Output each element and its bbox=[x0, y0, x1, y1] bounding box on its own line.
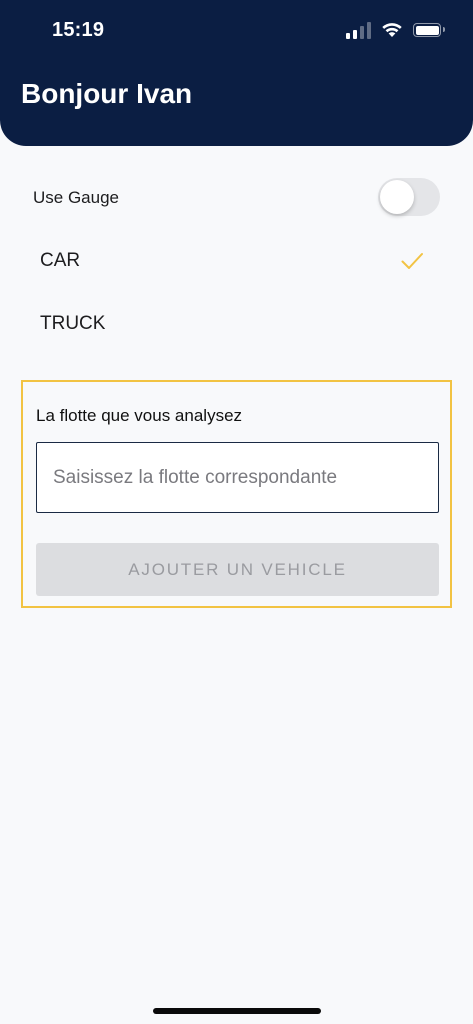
vehicle-option-label: CAR bbox=[40, 250, 81, 271]
add-vehicle-button[interactable]: AJOUTER UN VEHICLE bbox=[36, 543, 439, 596]
page-title: Bonjour Ivan bbox=[21, 78, 193, 109]
home-indicator[interactable] bbox=[153, 1008, 321, 1014]
fleet-card: La flotte que vous analysez AJOUTER UN V… bbox=[21, 380, 452, 608]
app-screen: 15:19 Bonjour Ivan Use Gauge CAR TRUCK L… bbox=[0, 0, 473, 1024]
status-icons bbox=[346, 21, 445, 39]
vehicle-option-car[interactable]: CAR bbox=[40, 241, 430, 281]
toggle-knob bbox=[380, 180, 414, 214]
fleet-label: La flotte que vous analysez bbox=[36, 406, 243, 425]
vehicle-option-label: TRUCK bbox=[40, 313, 106, 334]
status-time: 15:19 bbox=[52, 19, 105, 41]
use-gauge-toggle[interactable] bbox=[378, 178, 440, 216]
checkmark-icon bbox=[401, 253, 423, 269]
use-gauge-row: Use Gauge bbox=[33, 178, 440, 218]
battery-icon bbox=[413, 23, 445, 37]
use-gauge-label: Use Gauge bbox=[33, 188, 119, 207]
header: 15:19 Bonjour Ivan bbox=[0, 0, 473, 146]
wifi-icon bbox=[382, 23, 402, 37]
vehicle-option-truck[interactable]: TRUCK bbox=[40, 304, 430, 344]
fleet-input[interactable] bbox=[36, 442, 439, 513]
cellular-signal-icon bbox=[346, 21, 371, 39]
